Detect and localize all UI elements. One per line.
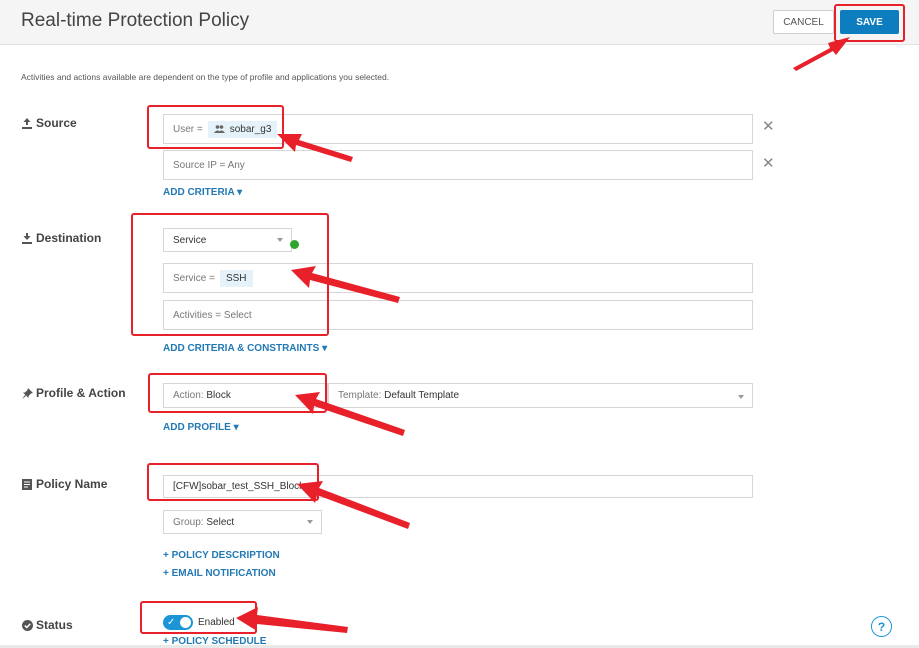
destination-label: Destination	[21, 231, 101, 245]
policy-description-link[interactable]: + POLICY DESCRIPTION	[163, 550, 280, 561]
chevron-down-icon	[738, 395, 744, 399]
highlight-box-action	[148, 373, 327, 413]
add-profile-link[interactable]: ADD PROFILE ▾	[163, 422, 239, 433]
source-label: Source	[21, 116, 77, 130]
group-select[interactable]: Group: Select	[163, 510, 322, 534]
help-icon[interactable]: ?	[871, 616, 892, 637]
highlight-box-policy-name	[147, 463, 319, 501]
remove-user-criteria-button[interactable]: ✕	[762, 117, 775, 135]
info-text: Activities and actions available are dep…	[21, 72, 390, 82]
cancel-button[interactable]: CANCEL	[773, 10, 834, 34]
group-value: Select	[206, 516, 235, 528]
template-prefix: Template:	[338, 390, 382, 401]
template-value: Default Template	[384, 390, 459, 401]
pushpin-icon	[21, 387, 33, 399]
template-select[interactable]: Template: Default Template	[328, 383, 753, 408]
highlight-box-user	[147, 105, 284, 149]
source-label-text: Source	[36, 116, 77, 130]
status-label-text: Status	[36, 618, 73, 632]
highlight-box-status	[140, 601, 257, 634]
add-criteria-link[interactable]: ADD CRITERIA ▾	[163, 187, 242, 198]
highlight-box-save	[834, 4, 905, 42]
source-ip-text: Source IP = Any	[173, 159, 245, 171]
caret-down-icon: ▾	[233, 422, 239, 433]
caret-down-icon: ▾	[237, 187, 243, 198]
policy-name-label-text: Policy Name	[36, 477, 108, 491]
document-icon	[21, 478, 33, 490]
highlight-box-destination	[131, 213, 329, 336]
policy-name-label: Policy Name	[21, 477, 107, 491]
status-label: Status	[21, 618, 73, 632]
page-title: Real-time Protection Policy	[21, 10, 250, 31]
group-prefix: Group:	[173, 516, 204, 528]
download-icon	[21, 232, 33, 244]
chevron-down-icon	[307, 520, 313, 524]
caret-down-icon: ▾	[322, 343, 328, 354]
page-header: Real-time Protection Policy CANCEL SAVE	[0, 0, 919, 45]
check-circle-icon	[21, 619, 33, 631]
profile-action-label: Profile & Action	[21, 386, 126, 400]
add-criteria-label: ADD CRITERIA	[163, 187, 235, 198]
add-criteria-constraints-label: ADD CRITERIA & CONSTRAINTS	[163, 343, 320, 354]
add-profile-label: ADD PROFILE	[163, 422, 231, 433]
add-criteria-constraints-link[interactable]: ADD CRITERIA & CONSTRAINTS ▾	[163, 343, 327, 354]
email-notification-link[interactable]: + EMAIL NOTIFICATION	[163, 568, 276, 579]
source-ip-field[interactable]: Source IP = Any	[163, 150, 753, 180]
destination-label-text: Destination	[36, 231, 102, 245]
profile-action-label-text: Profile & Action	[36, 386, 126, 400]
upload-icon	[21, 117, 33, 129]
remove-source-ip-button[interactable]: ✕	[762, 154, 775, 172]
